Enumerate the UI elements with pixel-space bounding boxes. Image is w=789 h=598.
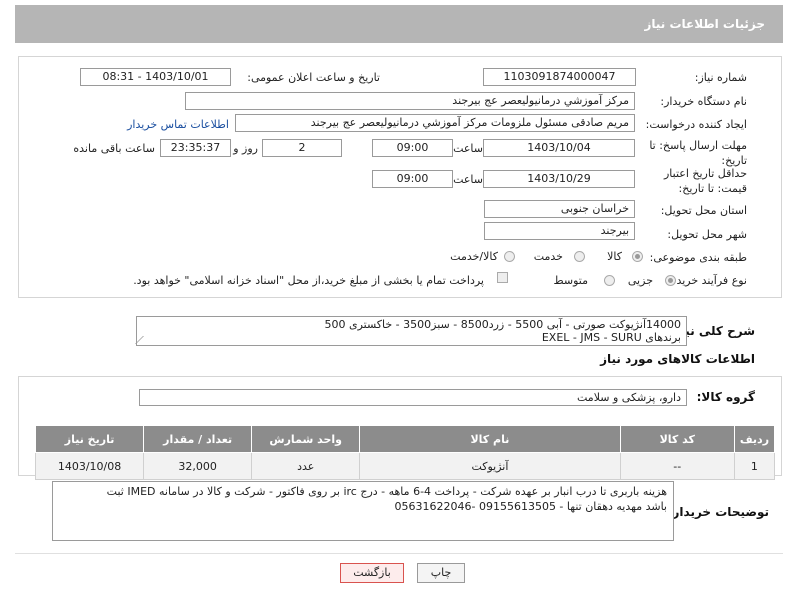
cell-row: 1 [733,452,776,480]
col-quantity: تعداد / مقدار [143,425,253,453]
contact-buyer-link[interactable]: اطلاعات تماس خریدار [127,118,229,131]
process-option-minor: جزیی [627,274,653,287]
header-bar: جزئیات اطلاعات نیاز [15,5,783,43]
deadline-label: مهلت ارسال پاسخ: تا تاریخ: [649,139,747,167]
announce-label: تاریخ و ساعت اعلان عمومی: [247,71,380,84]
goods-table: ردیف کد کالا نام کالا واحد شمارش تعداد /… [34,425,776,480]
goods-section-title: اطلاعات کالاهای مورد نیاز [600,352,755,366]
city-field: بیرجند [484,222,635,240]
cell-need-date: 1403/10/08 [34,452,145,480]
process-radio-medium[interactable] [604,275,615,286]
city-label: شهر محل تحویل: [667,228,747,241]
table-row: 1 -- آنژیوکت عدد 32,000 1403/10/08 [34,452,776,480]
description-line-1: 14000آنژیوکت صورتی - آبی 5500 - زرد8500 … [324,318,681,331]
treasury-payment-checkbox[interactable] [497,272,508,283]
validity-hour-label: ساعت [453,173,483,186]
creator-label: ایجاد کننده درخواست: [645,118,747,131]
creator-field: مریم صادقی مسئول ملزومات مرکز آموزشي درم… [235,114,635,132]
days-field: 2 [262,139,342,157]
page-title: جزئیات اطلاعات نیاز [644,17,765,31]
description-line-2: برندهای EXEL - JMS - SURU [541,331,681,344]
col-row: ردیف [733,425,776,453]
print-button[interactable]: چاپ [417,563,465,583]
process-option-medium: متوسط [553,274,588,287]
category-radio-both[interactable] [504,251,515,262]
goods-group-field: دارو، پزشکی و سلامت [139,389,687,406]
remaining-time-field: 23:35:37 [160,139,231,157]
validity-time-field: 09:00 [372,170,453,188]
buyer-notes-box: هزینه باربری تا درب انبار بر عهده شرکت -… [52,481,674,541]
province-label: استان محل تحویل: [660,204,747,217]
buyer-notes-label: توضیحات خریدار: [667,505,769,519]
category-option-goods: کالا [607,250,622,263]
days-label: روز و [233,142,258,155]
process-label: نوع فرآیند خرید : [669,274,747,287]
category-option-service: خدمت [533,250,563,263]
cell-code: -- [619,452,735,480]
buyer-label: نام دستگاه خریدار: [660,95,747,108]
back-button[interactable]: بازگشت [340,563,404,583]
province-field: خراسان جنوبی [484,200,635,218]
buyer-notes-line-2: باشد مهدیه دهقان تنها - 09155613505 -056… [394,500,668,513]
need-number-label: شماره نیاز: [694,71,747,84]
col-unit: واحد شمارش [251,425,361,453]
description-box: 14000آنژیوکت صورتی - آبی 5500 - زرد8500 … [135,316,687,346]
deadline-hour-label: ساعت [453,142,483,155]
remaining-label: ساعت باقی مانده [73,142,155,155]
goods-table-header: ردیف کد کالا نام کالا واحد شمارش تعداد /… [34,425,776,453]
need-number-field: 1103091874000047 [483,68,636,86]
validity-date-field: 1403/10/29 [483,170,635,188]
category-radio-goods[interactable] [632,251,643,262]
col-name: نام کالا [359,425,621,453]
buyer-field: مرکز آموزشي درمانيوليعصر عج بيرجند [185,92,635,110]
deadline-time-field: 09:00 [372,139,453,157]
deadline-date-field: 1403/10/04 [483,139,635,157]
category-radio-service[interactable] [574,251,585,262]
cell-quantity: 32,000 [143,452,253,480]
category-label: طبقه بندی موضوعی: [649,251,747,264]
cell-unit: عدد [251,452,361,480]
col-need-date: تاریخ نیاز [34,425,145,453]
announce-field: 1403/10/01 - 08:31 [80,68,231,86]
col-code: کد کالا [619,425,735,453]
process-radio-minor[interactable] [665,275,676,286]
cell-name: آنژیوکت [359,452,621,480]
goods-group-label: گروه کالا: [696,390,755,404]
validity-label: حداقل تاریخ اعتبار قیمت: تا تاریخ: [663,167,747,195]
category-option-both: کالا/خدمت [450,250,498,263]
buyer-notes-line-1: هزینه باربری تا درب انبار بر عهده شرکت -… [106,485,667,498]
treasury-payment-note: پرداخت تمام یا بخشی از مبلغ خرید،از محل … [133,274,484,287]
